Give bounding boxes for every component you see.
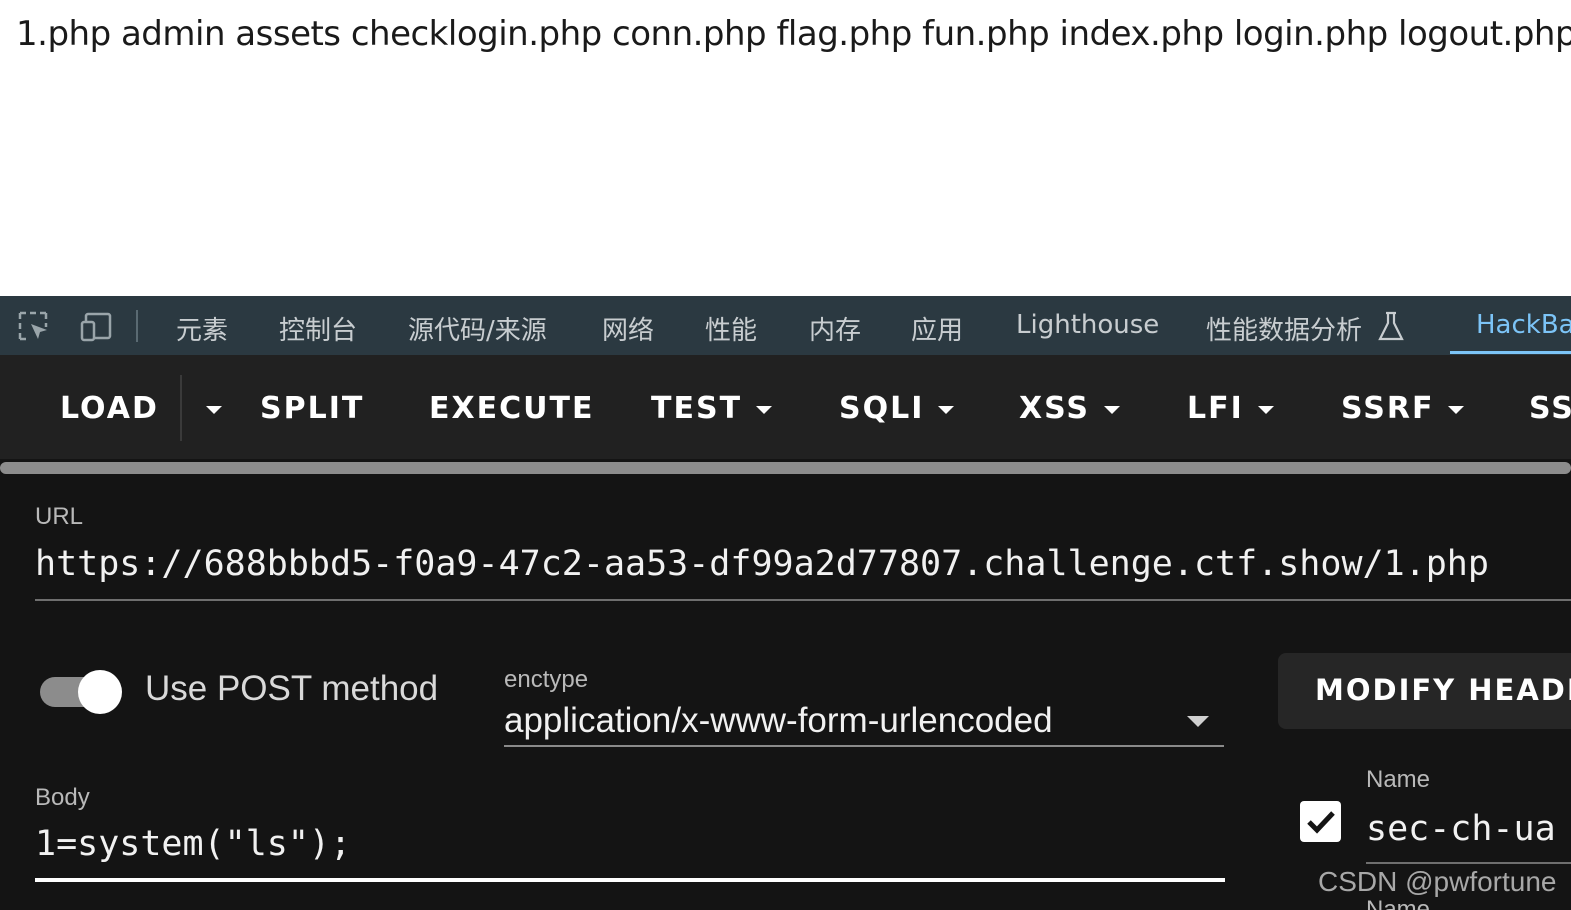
body-label: Body — [35, 784, 90, 811]
tab-application[interactable]: 应用 — [911, 310, 963, 347]
modify-headers-button[interactable]: MODIFY HEADEI — [1278, 653, 1571, 729]
enctype-underline — [504, 745, 1224, 747]
load-menu-button[interactable] — [192, 391, 222, 426]
load-button[interactable]: LOAD — [60, 391, 159, 426]
sqli-label: SQLI — [839, 391, 925, 426]
tab-elements[interactable]: 元素 — [176, 310, 228, 347]
toggle-knob — [78, 670, 122, 714]
flask-icon — [1374, 309, 1408, 343]
modify-headers-label: MODIFY HEADEI — [1315, 673, 1571, 707]
split-button[interactable]: SPLIT — [260, 391, 364, 426]
devtools-panel: 元素 控制台 源代码/来源 网络 性能 内存 应用 Lighthouse 性能数… — [0, 296, 1571, 910]
page-output-text: 1.php admin assets checklogin.php conn.p… — [16, 14, 1571, 54]
header-name-input[interactable]: sec-ch-ua — [1366, 809, 1556, 849]
lfi-label: LFI — [1187, 391, 1244, 426]
tab-network[interactable]: 网络 — [602, 310, 654, 347]
enctype-label: enctype — [504, 666, 589, 693]
hackbar-toolbar: LOAD SPLIT EXECUTE TEST SQLI XSS LFI SSR… — [0, 355, 1571, 459]
body-underline — [35, 878, 1225, 882]
tab-performance[interactable]: 性能 — [705, 310, 757, 347]
chevron-down-icon — [206, 405, 222, 414]
body-input[interactable]: 1=system("ls"); — [35, 824, 351, 864]
url-label: URL — [35, 503, 84, 530]
ssrf-menu-button[interactable]: SSRF — [1341, 391, 1465, 426]
chevron-down-icon — [1257, 405, 1274, 414]
check-icon — [1307, 811, 1335, 834]
devtools-tabbar: 元素 控制台 源代码/来源 网络 性能 内存 应用 Lighthouse 性能数… — [0, 296, 1571, 356]
xss-menu-button[interactable]: XSS — [1019, 391, 1120, 426]
tab-lighthouse[interactable]: Lighthouse — [1016, 310, 1159, 340]
xss-label: XSS — [1019, 391, 1090, 426]
post-method-toggle[interactable] — [38, 670, 124, 714]
load-divider — [180, 375, 182, 441]
csdn-watermark: CSDN @pwfortune — [1318, 866, 1557, 897]
chevron-down-icon[interactable] — [1187, 716, 1209, 727]
header-name-underline — [1366, 862, 1571, 864]
tab-hackbar[interactable]: HackBa — [1476, 310, 1571, 340]
horizontal-scrollbar[interactable] — [0, 462, 1571, 474]
test-label: TEST — [651, 391, 743, 426]
chevron-down-icon — [1104, 405, 1120, 414]
element-picker-icon[interactable] — [17, 310, 51, 344]
tab-sources[interactable]: 源代码/来源 — [408, 310, 547, 347]
ss-menu-button[interactable]: SS — [1529, 391, 1571, 426]
sqli-menu-button[interactable]: SQLI — [839, 391, 955, 426]
header-enabled-checkbox[interactable] — [1300, 801, 1341, 842]
chevron-down-icon — [938, 405, 955, 414]
toolbar-separator — [136, 310, 138, 342]
lfi-menu-button[interactable]: LFI — [1187, 391, 1274, 426]
next-header-name-label: Name — [1366, 896, 1431, 910]
enctype-select[interactable]: application/x-www-form-urlencoded — [504, 701, 1053, 741]
tab-performance-insights[interactable]: 性能数据分析 — [1206, 310, 1362, 347]
test-menu-button[interactable]: TEST — [651, 391, 773, 426]
tab-memory[interactable]: 内存 — [809, 310, 861, 347]
chevron-down-icon — [1448, 405, 1465, 414]
header-name-label: Name — [1366, 766, 1431, 793]
url-underline — [35, 599, 1571, 601]
execute-button[interactable]: EXECUTE — [429, 391, 594, 426]
url-input[interactable]: https://688bbbd5-f0a9-47c2-aa53-df99a2d7… — [35, 544, 1489, 584]
tab-console[interactable]: 控制台 — [279, 310, 357, 347]
chevron-down-icon — [756, 405, 773, 414]
ssrf-label: SSRF — [1341, 391, 1435, 426]
device-toolbar-icon[interactable] — [80, 310, 114, 344]
active-tab-indicator — [1450, 351, 1571, 354]
post-method-label: Use POST method — [145, 669, 439, 708]
